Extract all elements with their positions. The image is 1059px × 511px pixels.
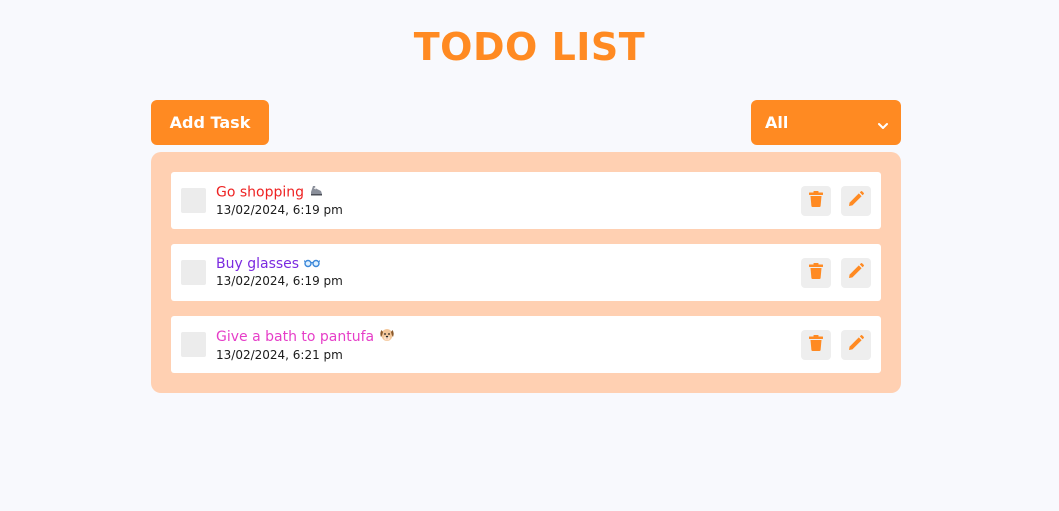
pencil-icon	[848, 334, 864, 356]
task-item: Give a bath to pantufa 13/02/2024, 6:21 …	[171, 316, 881, 373]
task-timestamp: 13/02/2024, 6:19 pm	[216, 274, 343, 288]
edit-task-button[interactable]	[841, 186, 871, 216]
dog-face-icon	[379, 327, 395, 347]
task-title: Give a bath to pantufa	[216, 329, 375, 345]
sneaker-icon	[309, 183, 324, 202]
page-title: TODO LIST	[413, 25, 646, 69]
trash-icon	[809, 262, 823, 284]
task-text: Give a bath to pantufa 13/02/2024, 6:21 …	[216, 327, 395, 363]
task-text: Go shopping 13/02/2024, 6:19 pm	[216, 183, 343, 218]
task-title: Go shopping	[216, 184, 305, 201]
trash-icon	[809, 334, 823, 356]
task-title-row: Go shopping	[216, 183, 343, 202]
filter-select[interactable]: All	[751, 100, 901, 145]
glasses-icon	[303, 255, 321, 273]
task-checkbox[interactable]	[181, 260, 206, 285]
delete-task-button[interactable]	[801, 186, 831, 216]
chevron-down-icon	[877, 117, 889, 129]
task-title-row: Buy glasses	[216, 255, 343, 273]
task-title: Buy glasses	[216, 256, 300, 272]
edit-task-button[interactable]	[841, 330, 871, 360]
task-checkbox[interactable]	[181, 188, 206, 213]
delete-task-button[interactable]	[801, 330, 831, 360]
trash-icon	[809, 190, 823, 212]
task-checkbox[interactable]	[181, 332, 206, 357]
task-timestamp: 13/02/2024, 6:19 pm	[216, 203, 343, 217]
task-timestamp: 13/02/2024, 6:21 pm	[216, 348, 343, 362]
task-list: Go shopping 13/02/2024, 6:19 pm Buy glas…	[151, 152, 901, 393]
pencil-icon	[848, 190, 864, 212]
task-item: Buy glasses 13/02/2024, 6:19 pm	[171, 244, 881, 301]
task-item: Go shopping 13/02/2024, 6:19 pm	[171, 172, 881, 229]
task-title-row: Give a bath to pantufa	[216, 327, 395, 347]
add-task-button[interactable]: Add Task	[151, 100, 269, 145]
todo-app: TODO LIST Add Task All Go shopping 13/02…	[0, 0, 1059, 511]
task-text: Buy glasses 13/02/2024, 6:19 pm	[216, 255, 343, 289]
pencil-icon	[848, 262, 864, 284]
filter-select-value: All	[765, 113, 789, 132]
edit-task-button[interactable]	[841, 258, 871, 288]
delete-task-button[interactable]	[801, 258, 831, 288]
